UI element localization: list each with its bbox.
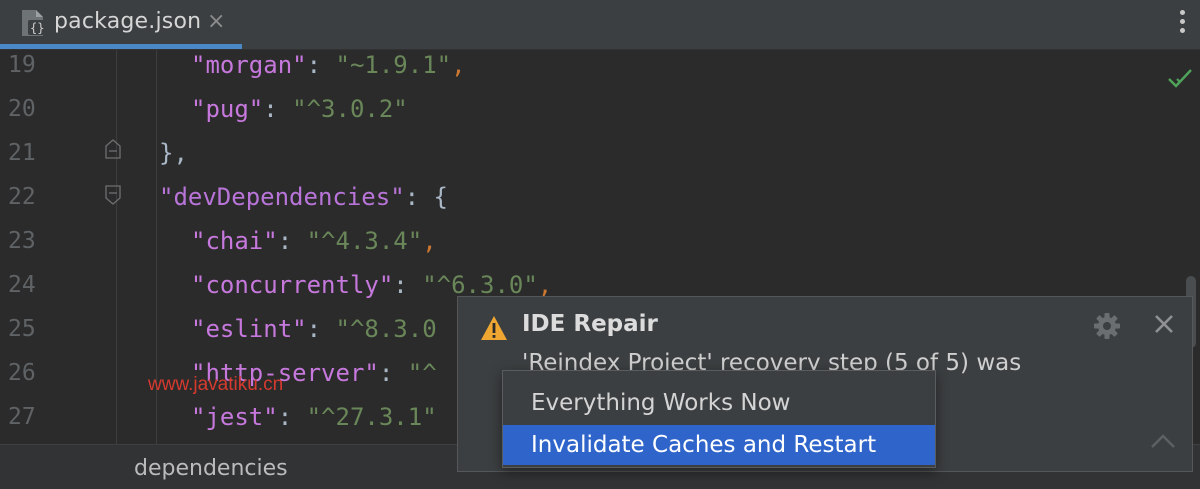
code-line: "chai": "^4.3.4", xyxy=(191,227,437,255)
code-line: "pug": "^3.0.2" xyxy=(191,95,408,123)
code-line: "concurrently": "^6.3.0", xyxy=(191,271,553,299)
breadcrumb-item[interactable]: dependencies xyxy=(134,456,288,481)
code-line: }, xyxy=(159,139,188,167)
svg-text:{}: {} xyxy=(30,21,44,35)
line-number: 23 xyxy=(8,228,36,254)
code-line: "jest": "^27.3.1" xyxy=(191,403,437,431)
line-number: 22 xyxy=(8,184,36,210)
tab-package-json[interactable]: {} package.json × xyxy=(0,0,242,44)
no-problems-check-icon[interactable] xyxy=(1166,66,1194,90)
line-number: 20 xyxy=(8,96,36,122)
more-options-icon[interactable] xyxy=(1174,10,1190,38)
close-icon[interactable] xyxy=(1153,313,1175,335)
code-line: "devDependencies": { xyxy=(159,183,448,211)
notification-title: IDE Repair xyxy=(522,311,658,337)
menu-item-invalidate-caches-and-restart[interactable]: Invalidate Caches and Restart xyxy=(503,425,935,465)
indent-guide xyxy=(116,50,117,444)
editor-tab-bar: {} package.json × xyxy=(0,0,1200,50)
watermark-text: www.javatiku.cn xyxy=(148,374,284,395)
chevron-up-icon[interactable] xyxy=(1149,431,1177,451)
line-number: 27 xyxy=(8,404,36,430)
line-number: 26 xyxy=(8,360,36,386)
gear-icon[interactable] xyxy=(1092,311,1122,341)
line-number: 21 xyxy=(8,140,36,166)
active-tab-indicator xyxy=(0,44,242,49)
json-file-icon: {} xyxy=(22,10,44,36)
fold-start-icon[interactable] xyxy=(104,184,122,206)
repair-actions-menu: Everything Works Now Invalidate Caches a… xyxy=(502,370,936,468)
line-number: 25 xyxy=(8,316,36,342)
line-number: 24 xyxy=(8,272,36,298)
code-line: "eslint": "^8.3.0 xyxy=(191,315,437,343)
code-line: "morgan": "~1.9.1", xyxy=(191,51,466,79)
line-number: 19 xyxy=(8,52,36,78)
tab-close-icon[interactable]: × xyxy=(207,10,225,34)
fold-end-icon[interactable] xyxy=(104,138,122,160)
menu-item-everything-works-now[interactable]: Everything Works Now xyxy=(503,383,935,423)
warning-icon xyxy=(481,316,507,340)
tab-title: package.json xyxy=(54,9,202,34)
